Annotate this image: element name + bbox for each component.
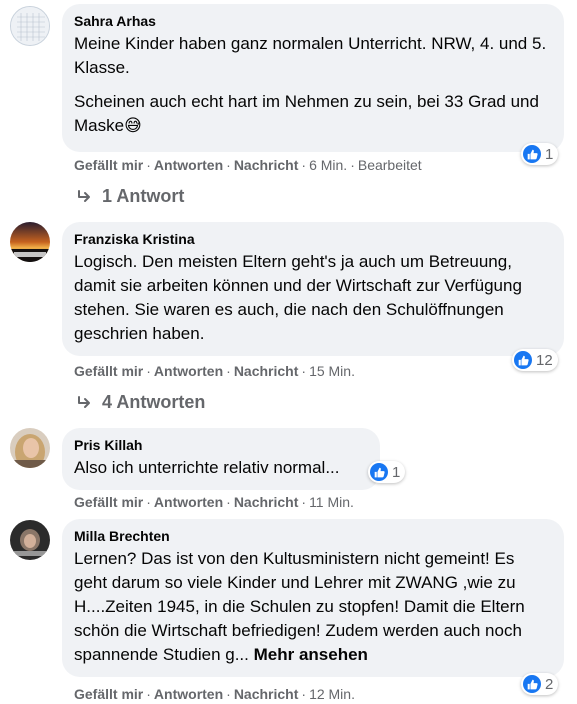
- comment-actions: Gefällt mir · Antworten · Nachricht · 6 Min. · B…: [74, 156, 422, 174]
- like-button[interactable]: Gefällt mir: [74, 157, 143, 173]
- comment-paragraph: Meine Kinder haben ganz normalen Unterri…: [74, 34, 547, 77]
- like-icon: [370, 463, 388, 481]
- comment-text: Lernen? Das ist von den Kultusministern …: [74, 547, 552, 667]
- like-button[interactable]: Gefällt mir: [74, 686, 143, 702]
- avatar[interactable]: [10, 520, 50, 560]
- message-button[interactable]: Nachricht: [234, 157, 299, 173]
- reply-button[interactable]: Antworten: [154, 157, 223, 173]
- like-icon: [523, 145, 541, 163]
- separator: ·: [301, 686, 307, 702]
- separator: ·: [226, 363, 231, 379]
- separator: ·: [226, 686, 231, 702]
- separator: ·: [301, 363, 307, 379]
- separator: ·: [301, 157, 307, 173]
- avatar[interactable]: [10, 222, 50, 262]
- comment-text: Meine Kinder haben ganz normalen Unterri…: [74, 32, 552, 138]
- reply-button[interactable]: Antworten: [154, 363, 223, 379]
- comment-author[interactable]: Franziska Kristina: [74, 230, 552, 248]
- reaction-number: 2: [545, 675, 554, 693]
- view-replies-link[interactable]: 4 Antworten: [76, 392, 205, 413]
- comment-actions: Gefällt mir · Antworten · Nachricht · 11 Min.: [74, 493, 354, 511]
- reply-button[interactable]: Antworten: [154, 686, 223, 702]
- reaction-number: 1: [545, 145, 554, 163]
- comment-author[interactable]: Milla Brechten: [74, 527, 552, 545]
- separator: ·: [301, 494, 307, 510]
- timestamp[interactable]: 6 Min.: [309, 157, 347, 173]
- edited-label: Bearbeitet: [357, 157, 422, 173]
- timestamp[interactable]: 15 Min.: [309, 363, 355, 379]
- reaction-number: 1: [392, 463, 401, 481]
- comment-bubble: Milla Brechten Lernen? Das ist von den K…: [62, 519, 564, 677]
- separator: ·: [226, 157, 231, 173]
- comment-paragraph: Scheinen auch echt hart im Nehmen zu sei…: [74, 92, 539, 135]
- reaction-count[interactable]: 1: [521, 143, 559, 165]
- reaction-number: 12: [536, 351, 553, 369]
- separator: ·: [146, 494, 151, 510]
- message-button[interactable]: Nachricht: [234, 686, 299, 702]
- comment-actions: Gefällt mir · Antworten · Nachricht · 12 Min.: [74, 685, 355, 703]
- reaction-count[interactable]: 2: [521, 673, 559, 695]
- message-button[interactable]: Nachricht: [234, 494, 299, 510]
- like-icon: [523, 675, 541, 693]
- comment-bubble: Sahra Arhas Meine Kinder haben ganz norm…: [62, 4, 564, 152]
- comment-author[interactable]: Pris Killah: [74, 436, 368, 454]
- avatar[interactable]: [10, 6, 50, 46]
- like-button[interactable]: Gefällt mir: [74, 494, 143, 510]
- like-button[interactable]: Gefällt mir: [74, 363, 143, 379]
- comment-bubble: Pris Killah Also ich unterrichte relativ…: [62, 428, 380, 490]
- replies-label: 4 Antworten: [102, 392, 206, 412]
- reply-arrow-icon: [78, 189, 90, 202]
- reply-arrow-icon: [78, 395, 90, 408]
- see-more-link[interactable]: Mehr ansehen: [254, 645, 368, 664]
- comment-actions: Gefällt mir · Antworten · Nachricht · 15 Min.: [74, 362, 355, 380]
- timestamp[interactable]: 11 Min.: [309, 494, 354, 510]
- comment-text: Logisch. Den meisten Eltern geht's ja au…: [74, 250, 552, 346]
- reply-button[interactable]: Antworten: [154, 494, 223, 510]
- separator: ·: [146, 157, 151, 173]
- separator: ·: [146, 686, 151, 702]
- comment-bubble: Franziska Kristina Logisch. Den meisten …: [62, 222, 564, 356]
- comment-paragraph: Also ich unterrichte relativ normal...: [74, 458, 340, 477]
- replies-label: 1 Antwort: [102, 186, 185, 206]
- comment-paragraph: Lernen? Das ist von den Kultusministern …: [74, 547, 552, 667]
- comment-paragraph: Logisch. Den meisten Eltern geht's ja au…: [74, 252, 522, 343]
- separator: ·: [146, 363, 151, 379]
- like-icon: [514, 351, 532, 369]
- comment-author[interactable]: Sahra Arhas: [74, 12, 552, 30]
- comment-text: Also ich unterrichte relativ normal...: [74, 456, 368, 480]
- timestamp[interactable]: 12 Min.: [309, 686, 355, 702]
- separator: ·: [350, 157, 355, 173]
- avatar[interactable]: [10, 428, 50, 468]
- view-replies-link[interactable]: 1 Antwort: [76, 186, 184, 207]
- message-button[interactable]: Nachricht: [234, 363, 299, 379]
- separator: ·: [226, 494, 231, 510]
- reaction-count[interactable]: 1: [368, 461, 406, 483]
- reaction-count[interactable]: 12: [512, 349, 558, 371]
